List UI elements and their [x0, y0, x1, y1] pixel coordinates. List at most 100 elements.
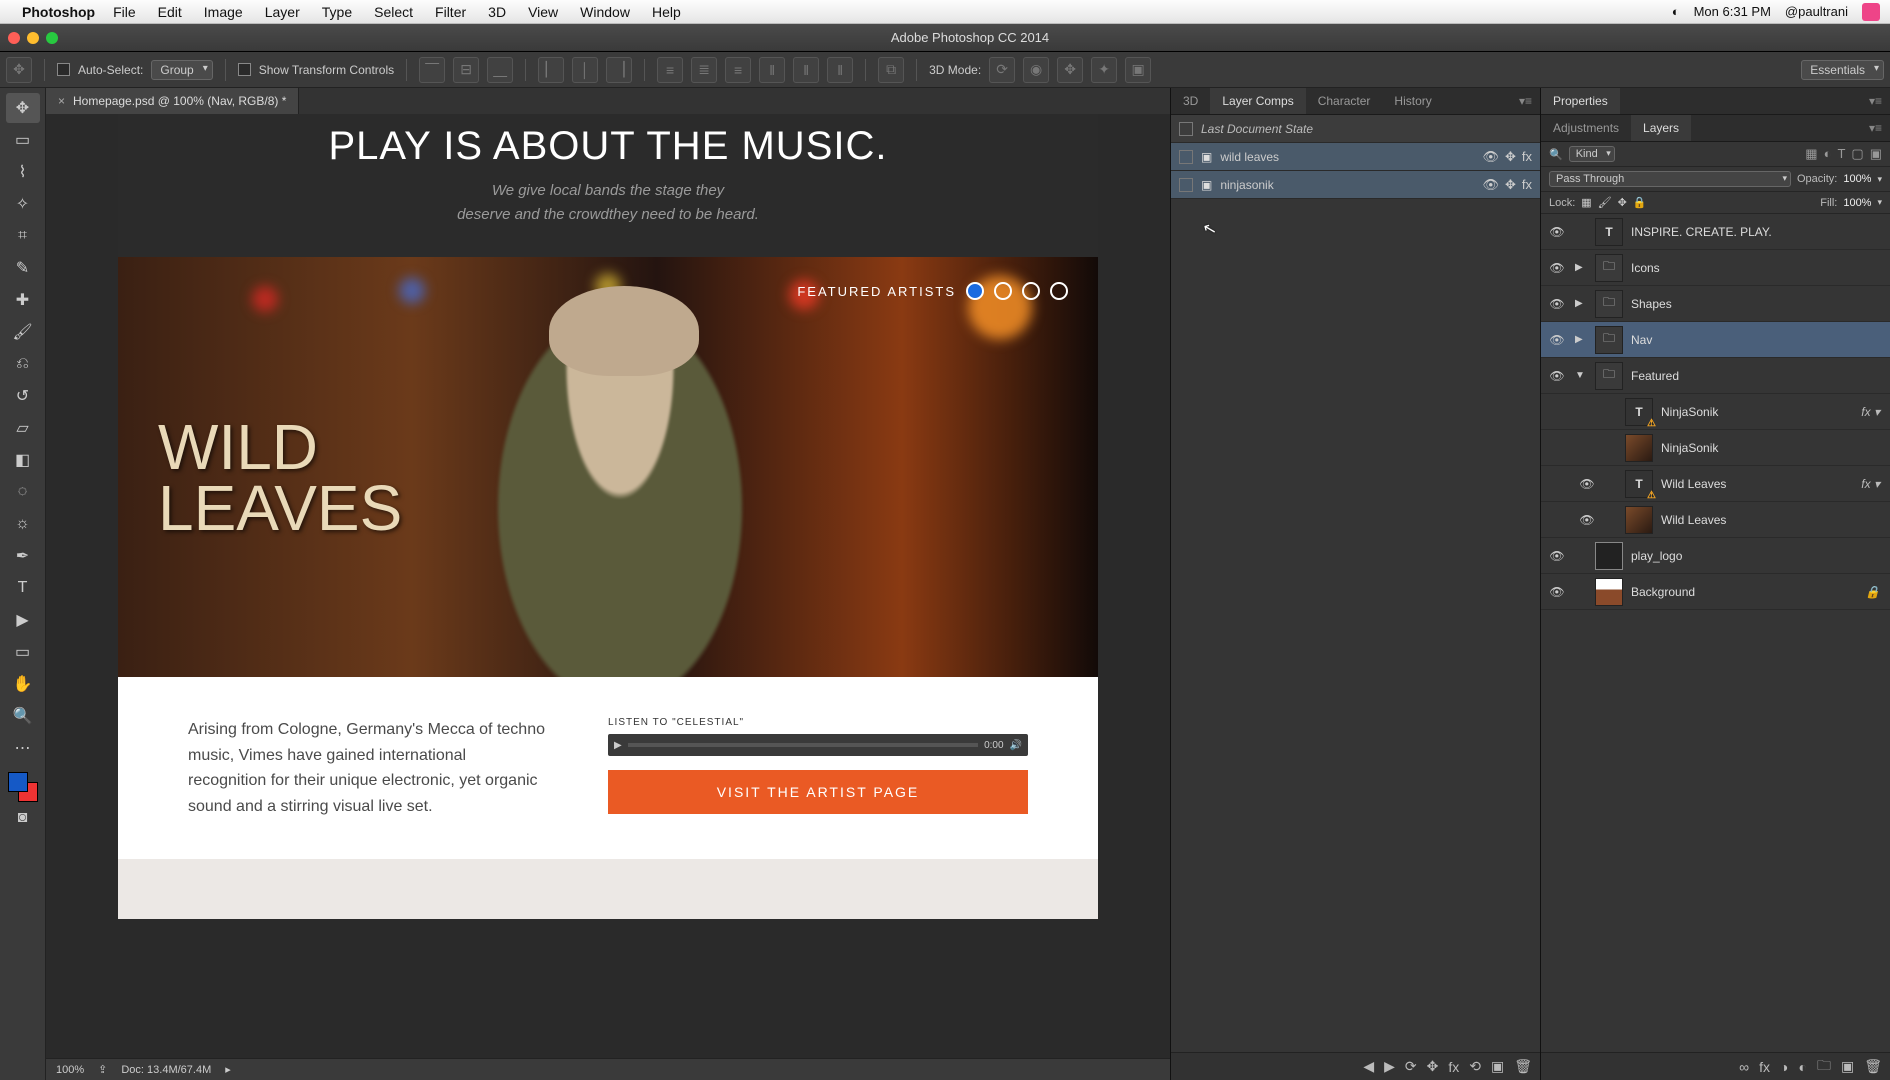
clone-stamp-tool[interactable]: ⎌: [6, 349, 40, 379]
layer-visibility-icon[interactable]: 👁: [1577, 477, 1597, 491]
align-top-icon[interactable]: ⎺: [419, 57, 445, 83]
menu-window[interactable]: Window: [580, 4, 630, 20]
layer-visibility-icon[interactable]: 👁: [1547, 225, 1567, 239]
3d-slide-icon[interactable]: ✦: [1091, 57, 1117, 83]
layer-row[interactable]: 👁play_logo: [1541, 538, 1890, 574]
distribute-top-icon[interactable]: ≡: [657, 57, 683, 83]
layer-fx-badge[interactable]: fx ▾: [1861, 477, 1884, 491]
tab-properties[interactable]: Properties: [1541, 88, 1620, 114]
filter-adjust-icon[interactable]: ◐: [1824, 146, 1832, 162]
layer-mask-icon[interactable]: ◑: [1780, 1059, 1788, 1075]
new-layer-icon[interactable]: ▣: [1841, 1058, 1854, 1075]
menu-type[interactable]: Type: [322, 4, 352, 20]
apply-comp-checkbox[interactable]: [1179, 122, 1193, 136]
layer-disclosure-icon[interactable]: ▶: [1575, 298, 1587, 309]
visibility-icon[interactable]: 👁: [1482, 177, 1499, 193]
update-pos-icon[interactable]: ✥: [1427, 1058, 1439, 1075]
lock-position-icon[interactable]: ✥: [1618, 196, 1627, 209]
crop-tool[interactable]: ⌗: [6, 221, 40, 251]
window-zoom-button[interactable]: [46, 32, 58, 44]
position-icon[interactable]: ✥: [1505, 149, 1516, 165]
filter-shape-icon[interactable]: ▢: [1851, 146, 1863, 162]
dodge-tool[interactable]: ☼: [6, 509, 40, 539]
layers-list[interactable]: 👁TINSPIRE. CREATE. PLAY.👁▶🗀Icons👁▶🗀Shape…: [1541, 214, 1890, 1052]
distribute-hcenter-icon[interactable]: ‖: [793, 57, 819, 83]
next-comp-icon[interactable]: ▶: [1384, 1058, 1395, 1075]
hand-tool[interactable]: ✋: [6, 669, 40, 699]
tab-3d[interactable]: 3D: [1171, 88, 1210, 114]
lasso-tool[interactable]: ⌇: [6, 157, 40, 187]
distribute-bottom-icon[interactable]: ≡: [725, 57, 751, 83]
marquee-tool[interactable]: ▭: [6, 125, 40, 155]
align-hcenter-icon[interactable]: │: [572, 57, 598, 83]
share-icon[interactable]: ⇪: [98, 1063, 107, 1076]
layer-row[interactable]: 👁▶🗀Nav: [1541, 322, 1890, 358]
3d-roll-icon[interactable]: ◉: [1023, 57, 1049, 83]
layer-visibility-icon[interactable]: 👁: [1547, 297, 1567, 311]
layer-comp-row[interactable]: ▣ ninjasonik 👁 ✥ fx: [1171, 171, 1540, 199]
shape-tool[interactable]: ▭: [6, 637, 40, 667]
apply-comp-checkbox[interactable]: [1179, 178, 1193, 192]
window-minimize-button[interactable]: [27, 32, 39, 44]
panel-menu-icon[interactable]: ▾≡: [1861, 115, 1890, 141]
quick-mask-toggle[interactable]: ◙: [6, 803, 40, 833]
layer-row[interactable]: NinjaSonik: [1541, 430, 1890, 466]
appearance-icon[interactable]: fx: [1522, 177, 1532, 193]
align-left-icon[interactable]: ▏: [538, 57, 564, 83]
lock-pixels-icon[interactable]: 🖌: [1598, 196, 1612, 209]
link-layers-icon[interactable]: ∞: [1739, 1059, 1749, 1075]
foreground-color-swatch[interactable]: [8, 772, 28, 792]
menu-select[interactable]: Select: [374, 4, 413, 20]
layer-visibility-icon[interactable]: 👁: [1577, 513, 1597, 527]
panel-menu-icon[interactable]: ▾≡: [1511, 88, 1540, 114]
auto-align-icon[interactable]: ⧉: [878, 57, 904, 83]
healing-brush-tool[interactable]: ✚: [6, 285, 40, 315]
panel-menu-icon[interactable]: ▾≡: [1861, 88, 1890, 114]
layer-comp-row[interactable]: ▣ wild leaves 👁 ✥ fx: [1171, 143, 1540, 171]
layer-row[interactable]: 👁TWild Leavesfx ▾: [1541, 466, 1890, 502]
window-close-button[interactable]: [8, 32, 20, 44]
3d-orbit-icon[interactable]: ⟳: [989, 57, 1015, 83]
edit-toolbar[interactable]: ⋯: [6, 733, 40, 763]
menubar-avatar[interactable]: [1862, 3, 1880, 21]
prev-comp-icon[interactable]: ◀: [1363, 1058, 1374, 1075]
tab-layer-comps[interactable]: Layer Comps: [1210, 88, 1305, 114]
update-comp-icon[interactable]: ⟲: [1469, 1058, 1481, 1075]
layer-fx-icon[interactable]: fx: [1759, 1059, 1770, 1075]
visibility-icon[interactable]: 👁: [1482, 149, 1499, 165]
history-brush-tool[interactable]: ↺: [6, 381, 40, 411]
layer-comp-last-state[interactable]: Last Document State: [1171, 115, 1540, 143]
layer-visibility-icon[interactable]: 👁: [1547, 549, 1567, 563]
magic-wand-tool[interactable]: ✧: [6, 189, 40, 219]
tab-layers[interactable]: Layers: [1631, 115, 1691, 141]
align-right-icon[interactable]: ▕: [606, 57, 632, 83]
menu-edit[interactable]: Edit: [158, 4, 182, 20]
doc-size-arrow-icon[interactable]: ▸: [225, 1063, 231, 1076]
layer-row[interactable]: 👁Wild Leaves: [1541, 502, 1890, 538]
layer-visibility-icon[interactable]: 👁: [1547, 369, 1567, 383]
layer-fx-badge[interactable]: fx ▾: [1861, 405, 1884, 419]
lock-all-icon[interactable]: 🔒: [1633, 196, 1647, 209]
zoom-level[interactable]: 100%: [56, 1064, 84, 1076]
distribute-left-icon[interactable]: ‖: [759, 57, 785, 83]
show-transform-checkbox[interactable]: [238, 63, 251, 76]
update-vis-icon[interactable]: ⟳: [1405, 1058, 1417, 1075]
app-name[interactable]: Photoshop: [22, 4, 95, 20]
eyedropper-tool[interactable]: ✎: [6, 253, 40, 283]
menu-3d[interactable]: 3D: [488, 4, 506, 20]
menu-layer[interactable]: Layer: [265, 4, 300, 20]
menu-view[interactable]: View: [528, 4, 558, 20]
adjustment-layer-icon[interactable]: ◐: [1799, 1059, 1807, 1075]
layer-row[interactable]: 👁Background🔒: [1541, 574, 1890, 610]
zoom-tool[interactable]: 🔍: [6, 701, 40, 731]
layer-visibility-icon[interactable]: 👁: [1547, 261, 1567, 275]
tab-character[interactable]: Character: [1306, 88, 1383, 114]
layer-filter-kind[interactable]: Kind: [1569, 146, 1615, 162]
filter-smart-icon[interactable]: ▣: [1870, 146, 1882, 162]
new-comp-icon[interactable]: ▣: [1491, 1058, 1504, 1075]
new-group-icon[interactable]: 🗀: [1817, 1055, 1831, 1079]
menu-file[interactable]: File: [113, 4, 136, 20]
appearance-icon[interactable]: fx: [1522, 149, 1532, 165]
lock-transparent-icon[interactable]: ▦: [1581, 196, 1591, 209]
filter-pixel-icon[interactable]: ▦: [1805, 146, 1817, 162]
